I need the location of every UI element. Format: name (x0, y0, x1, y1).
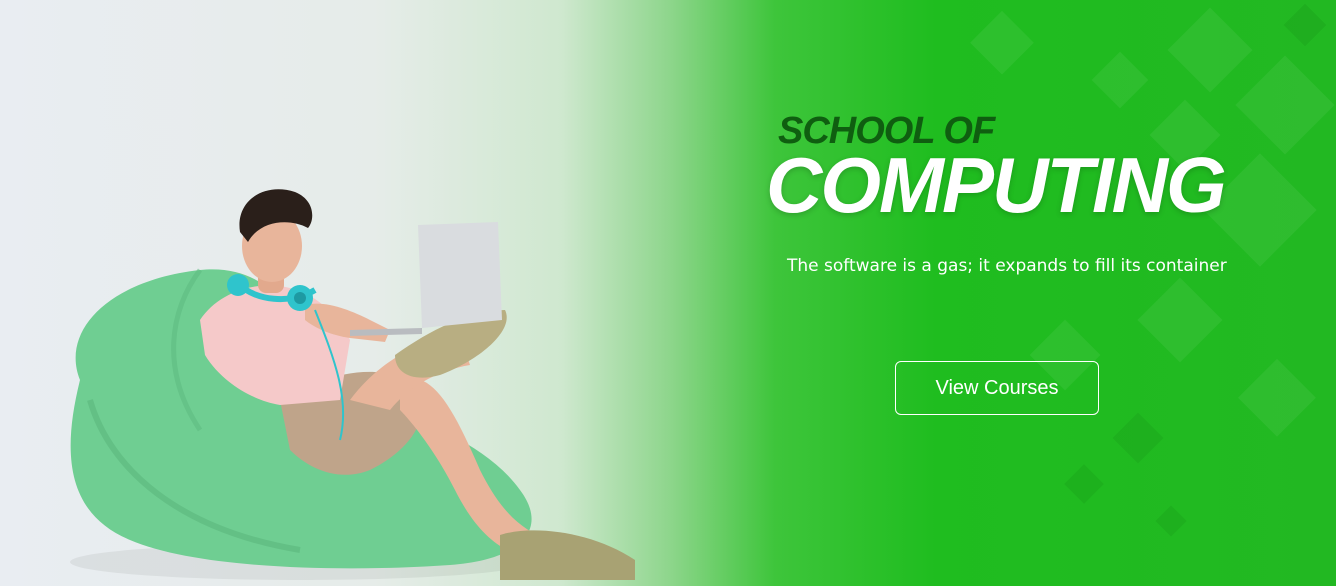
shoe-bottom (500, 530, 635, 580)
laptop (350, 222, 502, 336)
man-on-beanbag-with-laptop (70, 189, 635, 580)
hero-tagline: The software is a gas; it expands to fil… (787, 256, 1227, 276)
view-courses-button[interactable]: View Courses (895, 361, 1099, 415)
hero-headline: COMPUTING (766, 141, 1227, 229)
hero-banner: SCHOOL OF COMPUTING The software is a ga… (0, 0, 1336, 586)
